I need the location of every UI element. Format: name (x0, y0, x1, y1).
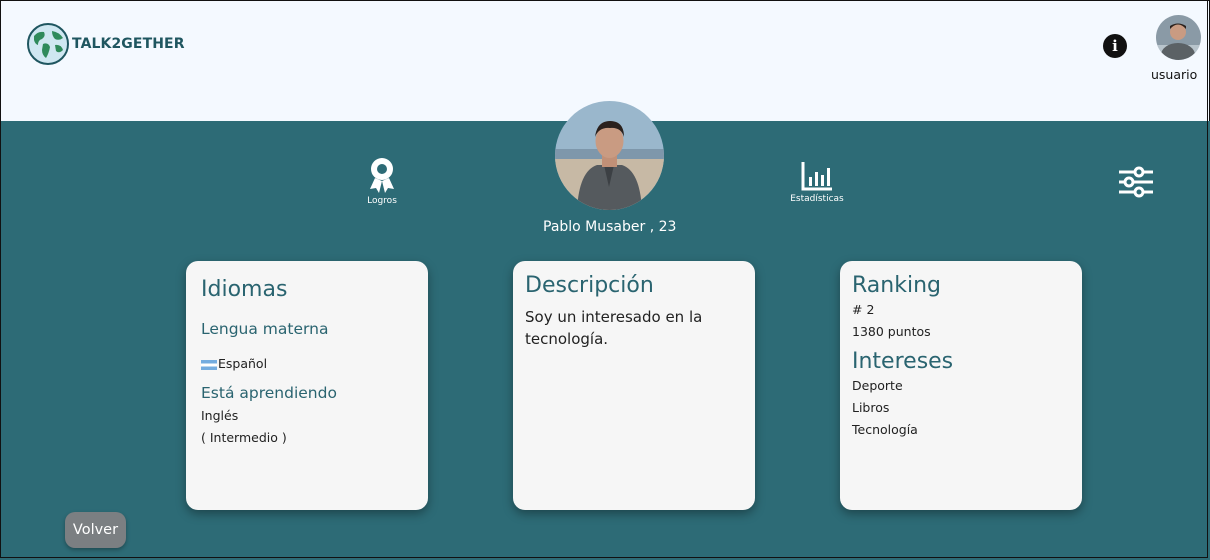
interest-item: Libros (852, 400, 890, 415)
estadisticas-label: Estadísticas (790, 194, 844, 204)
learning-language: Inglés (201, 408, 239, 423)
award-icon (370, 158, 394, 193)
logros-label: Logros (367, 196, 397, 206)
profile-avatar (555, 101, 664, 210)
avatar-photo (1156, 15, 1201, 60)
descripcion-title: Descripción (525, 273, 654, 298)
app-name: TALK2GETHER (72, 36, 185, 52)
intereses-title: Intereses (852, 349, 954, 374)
learning-level: ( Intermedio ) (201, 430, 287, 445)
idiomas-card: Idiomas Lengua materna Español Está apre… (186, 261, 428, 510)
profile-photo (555, 101, 664, 210)
native-language-heading: Lengua materna (201, 320, 329, 338)
native-language-row: Español (201, 356, 413, 371)
ranking-title: Ranking (852, 273, 941, 298)
user-name[interactable]: usuario (1151, 67, 1197, 82)
estadisticas-button[interactable]: Estadísticas (786, 160, 848, 204)
interest-item: Tecnología (852, 422, 918, 437)
globe-logo-icon (27, 23, 69, 65)
descripcion-card: Descripción Soy un interesado en la tecn… (513, 261, 755, 510)
app-logo[interactable]: TALK2GETHER (26, 22, 185, 66)
bar-chart-icon (801, 162, 832, 191)
native-language: Español (218, 356, 268, 371)
user-avatar[interactable] (1156, 15, 1201, 60)
ranking-points: 1380 puntos (852, 324, 931, 339)
idiomas-title: Idiomas (201, 277, 288, 302)
interest-item: Deporte (852, 378, 903, 393)
learning-language-heading: Está aprendiendo (201, 384, 337, 402)
info-icon[interactable]: i (1103, 34, 1127, 58)
argentina-flag-icon (201, 359, 217, 370)
descripcion-text: Soy un interesado en la tecnología. (525, 308, 703, 348)
ranking-card: Ranking # 2 1380 puntos Intereses Deport… (840, 261, 1082, 510)
sliders-icon[interactable] (1117, 164, 1155, 200)
logros-button[interactable]: Logros (362, 156, 402, 206)
volver-button[interactable]: Volver (65, 512, 126, 548)
ranking-position: # 2 (852, 302, 875, 317)
profile-name-age: Pablo Musaber , 23 (543, 219, 677, 235)
